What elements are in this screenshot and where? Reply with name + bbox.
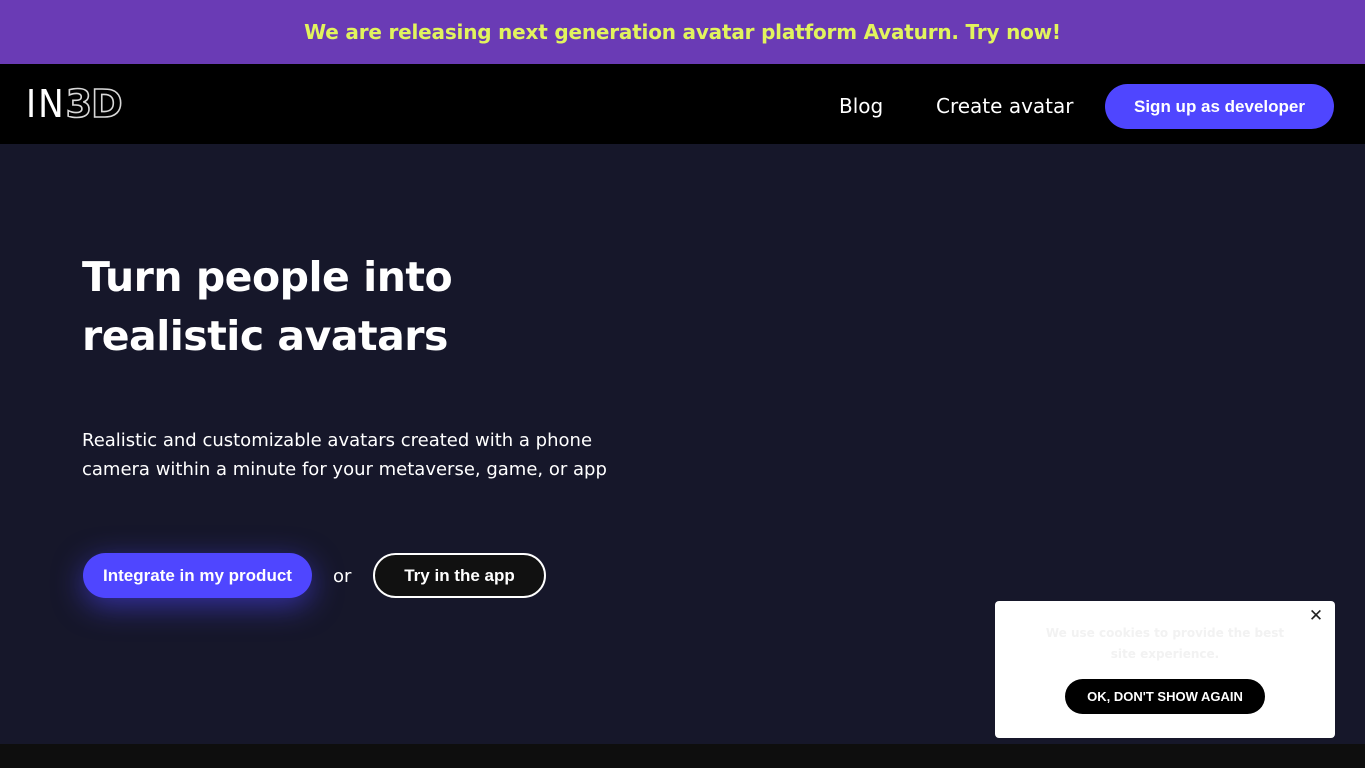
hero-title: Turn people into realistic avatars — [82, 253, 453, 360]
nav-link-blog[interactable]: Blog — [839, 94, 883, 118]
signup-developer-button[interactable]: Sign up as developer — [1105, 84, 1334, 129]
next-section-edge — [0, 744, 1365, 768]
logo-text-3d: 3D — [65, 81, 124, 127]
integrate-product-button[interactable]: Integrate in my product — [83, 553, 312, 598]
nav-link-create-avatar[interactable]: Create avatar — [936, 94, 1073, 118]
cookie-message: We use cookies to provide the best site … — [1045, 626, 1285, 661]
announcement-link[interactable]: We are releasing next generation avatar … — [304, 20, 1061, 44]
cta-separator-text: or — [333, 566, 352, 587]
cookie-banner: ✕ We use cookies to provide the best sit… — [995, 601, 1335, 738]
try-in-app-button[interactable]: Try in the app — [373, 553, 546, 598]
close-icon[interactable]: ✕ — [1307, 607, 1325, 625]
cookie-accept-button[interactable]: OK, DON'T SHOW AGAIN — [1065, 679, 1265, 714]
navbar: IN 3D Blog Create avatar Sign up as deve… — [0, 64, 1365, 144]
logo[interactable]: IN 3D — [26, 81, 124, 127]
announcement-bar: We are releasing next generation avatar … — [0, 0, 1365, 64]
hero-subtitle: Realistic and customizable avatars creat… — [82, 430, 607, 480]
logo-text-in: IN — [26, 82, 66, 126]
